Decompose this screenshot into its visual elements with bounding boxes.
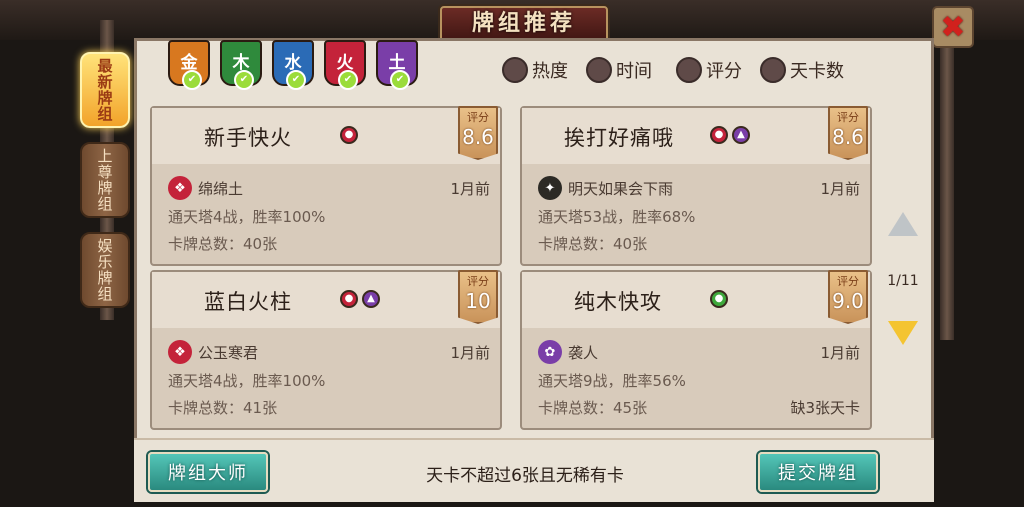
author-avatar: ✦ — [538, 176, 562, 200]
tab-label: 上尊牌组 — [95, 148, 114, 212]
page-down-icon[interactable] — [888, 321, 918, 345]
tower-stat: 通天塔9战，胜率56% — [538, 372, 686, 390]
score-badge: 评分 8.6 — [458, 106, 498, 160]
close-icon: ✖ — [940, 9, 966, 45]
radio-icon — [676, 57, 702, 83]
tab-top-decks[interactable]: 上尊牌组 — [80, 142, 130, 218]
deck-card[interactable]: 蓝白火柱 ● ▲ 评分 10 ❖ 公玉寒君 1月前 通天塔4战，胜率100% 卡… — [150, 270, 502, 430]
card-count: 卡牌总数：41张 — [168, 399, 278, 417]
score-value: 9.0 — [832, 289, 864, 313]
author-name: 袭人 — [568, 344, 599, 362]
earth-element-icon: ▲ — [732, 126, 750, 144]
radio-icon — [502, 57, 528, 83]
score-badge: 评分 8.6 — [828, 106, 868, 160]
tab-label: 最新牌组 — [95, 58, 114, 122]
sort-score[interactable]: 评分 — [676, 55, 742, 85]
sort-label: 热度 — [532, 61, 568, 82]
score-badge: 评分 9.0 — [828, 270, 868, 324]
author-avatar: ❖ — [168, 176, 192, 200]
page-title: 牌组推荐 — [471, 10, 576, 36]
author-name: 绵绵土 — [198, 180, 244, 198]
missing-cards: 缺3张天卡 — [790, 399, 860, 417]
deck-name: 纯木快攻 — [574, 290, 662, 314]
deck-card[interactable]: 挨打好痛哦 ● ▲ 评分 8.6 ✦ 明天如果会下雨 1月前 通天塔53战，胜率… — [520, 106, 872, 266]
close-button[interactable]: ✖ — [932, 6, 974, 48]
check-icon: ✔ — [182, 70, 202, 90]
earth-element-icon: ▲ — [362, 290, 380, 308]
author-name: 明天如果会下雨 — [568, 180, 674, 198]
score-value: 10 — [465, 289, 491, 313]
deck-name: 蓝白火柱 — [204, 290, 292, 314]
deck-master-button[interactable]: 牌组大师 — [148, 452, 268, 492]
check-icon: ✔ — [234, 70, 254, 90]
score-value: 8.6 — [832, 125, 864, 149]
deck-name: 挨打好痛哦 — [564, 126, 674, 150]
filter-fire[interactable]: 火 ✔ — [324, 40, 366, 90]
fire-element-icon: ● — [710, 126, 728, 144]
check-icon: ✔ — [338, 70, 358, 90]
deck-card[interactable]: 纯木快攻 ● 评分 9.0 ✿ 袭人 1月前 通天塔9战，胜率56% 卡牌总数：… — [520, 270, 872, 430]
page-up-icon[interactable] — [888, 212, 918, 236]
deck-rule-text: 天卡不超过6张且无稀有卡 — [426, 466, 624, 486]
post-time: 1月前 — [820, 344, 860, 362]
card-count: 卡牌总数：45张 — [538, 399, 648, 417]
sort-label: 天卡数 — [790, 61, 844, 82]
score-badge: 评分 10 — [458, 270, 498, 324]
tab-latest-decks[interactable]: 最新牌组 — [80, 52, 130, 128]
score-label: 评分 — [837, 111, 859, 124]
author-name: 公玉寒君 — [198, 344, 259, 362]
score-value: 8.6 — [462, 125, 494, 149]
button-label: 牌组大师 — [168, 463, 248, 484]
tower-stat: 通天塔53战，胜率68% — [538, 208, 696, 226]
submit-deck-button[interactable]: 提交牌组 — [758, 452, 878, 492]
post-time: 1月前 — [450, 344, 490, 362]
filter-metal[interactable]: 金 ✔ — [168, 40, 210, 90]
filter-wood[interactable]: 木 ✔ — [220, 40, 262, 90]
score-label: 评分 — [837, 275, 859, 288]
check-icon: ✔ — [286, 70, 306, 90]
wood-element-icon: ● — [710, 290, 728, 308]
sort-time[interactable]: 时间 — [586, 55, 652, 85]
card-count: 卡牌总数：40张 — [168, 235, 278, 253]
post-time: 1月前 — [820, 180, 860, 198]
tab-fun-decks[interactable]: 娱乐牌组 — [80, 232, 130, 308]
filter-water[interactable]: 水 ✔ — [272, 40, 314, 90]
sort-label: 时间 — [616, 61, 652, 82]
tower-stat: 通天塔4战，胜率100% — [168, 372, 326, 390]
deck-name: 新手快火 — [204, 126, 292, 150]
author-avatar: ✿ — [538, 340, 562, 364]
check-icon: ✔ — [390, 70, 410, 90]
author-avatar: ❖ — [168, 340, 192, 364]
sort-heaven-cards[interactable]: 天卡数 — [760, 55, 844, 85]
sort-popularity[interactable]: 热度 — [502, 55, 568, 85]
score-label: 评分 — [467, 111, 489, 124]
right-pillar — [940, 40, 954, 340]
page-indicator: 1/11 — [887, 273, 919, 289]
card-count: 卡牌总数：40张 — [538, 235, 648, 253]
post-time: 1月前 — [450, 180, 490, 198]
deck-card[interactable]: 新手快火 ● 评分 8.6 ❖ 绵绵土 1月前 通天塔4战，胜率100% 卡牌总… — [150, 106, 502, 266]
sort-label: 评分 — [706, 61, 742, 82]
radio-icon — [586, 57, 612, 83]
tower-stat: 通天塔4战，胜率100% — [168, 208, 326, 226]
fire-element-icon: ● — [340, 126, 358, 144]
button-label: 提交牌组 — [778, 463, 858, 484]
tab-label: 娱乐牌组 — [95, 238, 114, 302]
fire-element-icon: ● — [340, 290, 358, 308]
filter-earth[interactable]: 土 ✔ — [376, 40, 418, 90]
score-label: 评分 — [467, 275, 489, 288]
radio-icon — [760, 57, 786, 83]
